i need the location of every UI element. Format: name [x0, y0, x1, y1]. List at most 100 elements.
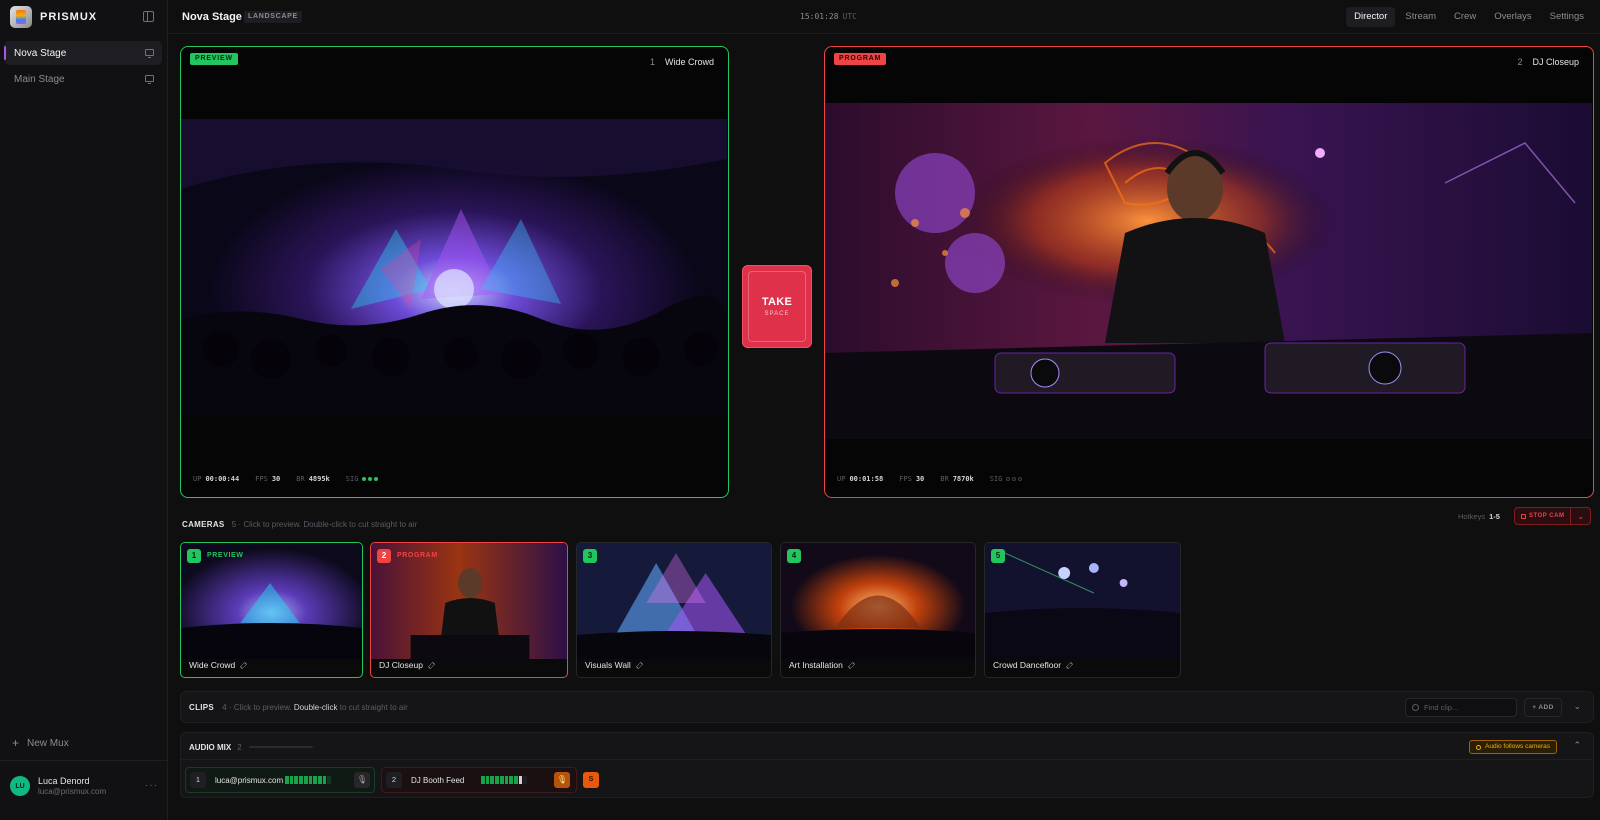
- stop-cam-label: STOP CAM: [1529, 513, 1565, 519]
- find-clip-input[interactable]: [1405, 698, 1517, 717]
- program-uptime: UP 00:01:58: [837, 475, 883, 483]
- follow-dot-icon: [1476, 744, 1481, 750]
- microphone-icon[interactable]: 🎙: [354, 772, 370, 788]
- preview-bitrate-label: BR: [296, 475, 305, 483]
- preview-bitrate-value: 4895k: [308, 475, 330, 483]
- monitor-icon: [145, 49, 154, 58]
- sidebar-item-nova-stage[interactable]: Nova Stage: [4, 41, 162, 65]
- clock-timezone: UTC: [842, 12, 857, 21]
- program-badge: PROGRAM: [834, 53, 887, 65]
- cameras-header: CAMERAS 5 · Click to preview. Double-cli…: [182, 520, 417, 529]
- program-uptime-value: 00:01:58: [849, 475, 884, 483]
- camera-thumbnail: [781, 543, 975, 659]
- program-bitrate: BR 7870k: [940, 475, 974, 483]
- preview-source: 1 Wide Crowd: [650, 57, 714, 67]
- audio-count: 2: [237, 743, 242, 752]
- camera-name: Art Installation: [789, 660, 855, 670]
- stop-cam-button[interactable]: STOP CAM ⌄: [1514, 507, 1591, 525]
- camera-tile-5[interactable]: 5 Crowd Dancefloor: [984, 542, 1181, 678]
- program-signal: SIG: [990, 475, 1023, 483]
- edit-icon[interactable]: [240, 661, 248, 669]
- camera-tile-4[interactable]: 4 Art Installation: [780, 542, 976, 678]
- program-monitor[interactable]: PROGRAM 2 DJ Closeup UP 00:01:58 FPS 30 …: [824, 46, 1594, 498]
- avatar: LU: [10, 776, 30, 796]
- program-source-name: DJ Closeup: [1532, 57, 1579, 67]
- tab-director[interactable]: Director: [1346, 7, 1396, 27]
- camera-thumbnail: [181, 543, 362, 659]
- chevron-down-icon[interactable]: ⌄: [1571, 512, 1590, 521]
- edit-icon[interactable]: [427, 661, 436, 669]
- page-title: Nova Stage: [182, 11, 242, 23]
- channel-number: 2: [386, 772, 402, 788]
- audio-follows-cameras-toggle[interactable]: Audio follows cameras: [1469, 740, 1558, 754]
- program-video-frame: [825, 103, 1592, 439]
- sidebar-item-label: Nova Stage: [14, 47, 67, 59]
- signal-dots-icon: [1006, 477, 1023, 481]
- sidebar: PRISMUX Nova Stage Main Stage + New Mux …: [0, 0, 168, 820]
- take-button[interactable]: TAKE SPACE: [742, 265, 812, 348]
- edit-icon[interactable]: [847, 661, 855, 669]
- program-bitrate-value: 7870k: [952, 475, 974, 483]
- clock: 15:01:28 UTC: [800, 12, 857, 21]
- take-hotkey: SPACE: [764, 311, 790, 317]
- camera-name: Visuals Wall: [585, 660, 643, 670]
- preview-stats: UP 00:00:44 FPS 30 BR 4895k SIG: [193, 475, 379, 483]
- take-label: TAKE: [761, 296, 793, 308]
- program-fps: FPS 30: [899, 475, 924, 483]
- preview-bitrate: BR 4895k: [296, 475, 330, 483]
- new-mux-button[interactable]: + New Mux: [12, 736, 69, 750]
- microphone-icon[interactable]: 🎙: [554, 772, 570, 788]
- orientation-badge: LANDSCAPE: [244, 11, 302, 23]
- tab-stream[interactable]: Stream: [1397, 7, 1444, 27]
- clips-hint-a: · Click to preview.: [228, 703, 292, 712]
- sidebar-item-main-stage[interactable]: Main Stage: [4, 67, 162, 91]
- signal-dots-icon: [362, 477, 379, 481]
- brand: PRISMUX: [10, 5, 160, 29]
- edit-icon[interactable]: [1065, 661, 1074, 669]
- prismux-logo: [10, 6, 32, 28]
- preview-monitor[interactable]: PREVIEW 1 Wide Crowd UP 00:00:44 FPS 30 …: [180, 46, 729, 498]
- camera-thumbnail: [577, 543, 771, 659]
- user-name: Luca Denord: [38, 776, 90, 786]
- camera-tile-3[interactable]: 3 Visuals Wall: [576, 542, 772, 678]
- preview-fps-label: FPS: [255, 475, 268, 483]
- clips-panel: CLIPS 4 · Click to preview. Double-click…: [180, 691, 1594, 723]
- more-options-icon[interactable]: ···: [145, 780, 158, 791]
- hotkeys-range: 1-5: [1489, 512, 1500, 521]
- solo-button[interactable]: S: [583, 772, 599, 788]
- camera-name-label: Wide Crowd: [189, 660, 236, 670]
- monitor-icon: [145, 75, 154, 84]
- sidebar-item-label: Main Stage: [14, 73, 65, 85]
- cameras-count: 5: [231, 520, 237, 529]
- sidebar-collapse-icon[interactable]: [143, 11, 154, 22]
- tab-settings[interactable]: Settings: [1542, 7, 1592, 27]
- program-bitrate-label: BR: [940, 475, 949, 483]
- preview-fps-value: 30: [271, 475, 281, 483]
- program-fps-label: FPS: [899, 475, 912, 483]
- audio-header: AUDIO MIX 2 Audio follows cameras ⌃: [181, 733, 1593, 760]
- tab-overlays[interactable]: Overlays: [1486, 7, 1539, 27]
- audio-channel-1[interactable]: 1 luca@prismux.com 🎙: [185, 767, 375, 793]
- camera-tile-1[interactable]: 1 PREVIEW Wide Crowd: [180, 542, 363, 678]
- cameras-hint: · Click to preview. Double-click to cut …: [238, 520, 418, 529]
- chevron-down-icon[interactable]: ⌄: [1573, 701, 1581, 712]
- audio-channel-2[interactable]: 2 DJ Booth Feed 🎙: [381, 767, 577, 793]
- user-profile[interactable]: LU Luca Denord luca@prismux.com: [10, 776, 106, 796]
- clips-count: 4: [222, 703, 227, 712]
- add-clip-button[interactable]: + ADD: [1524, 698, 1562, 717]
- preview-signal: SIG: [346, 475, 379, 483]
- camera-state: PREVIEW: [207, 552, 244, 559]
- audio-follow-label: Audio follows cameras: [1485, 743, 1551, 750]
- program-source: 2 DJ Closeup: [1517, 57, 1579, 67]
- hotkeys-label: Hotkeys: [1458, 512, 1486, 521]
- camera-thumbnail: [985, 543, 1180, 659]
- edit-icon[interactable]: [635, 661, 643, 669]
- camera-number: 5: [991, 549, 1005, 563]
- preview-uptime-label: UP: [193, 475, 202, 483]
- tab-crew[interactable]: Crew: [1446, 7, 1484, 27]
- preview-source-name: Wide Crowd: [664, 57, 714, 67]
- cameras-title: CAMERAS: [182, 520, 225, 529]
- camera-name-label: DJ Closeup: [379, 660, 423, 670]
- camera-tile-2[interactable]: 2 PROGRAM DJ Closeup: [370, 542, 568, 678]
- chevron-up-icon[interactable]: ⌃: [1573, 740, 1581, 751]
